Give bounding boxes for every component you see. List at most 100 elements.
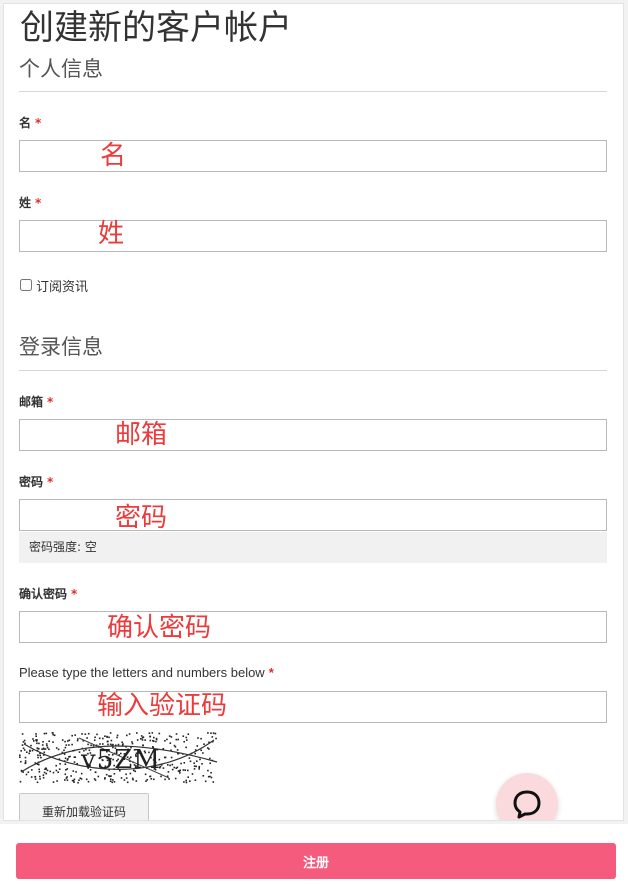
captcha-noise-dot [76, 763, 78, 765]
captcha-noise-dot [153, 740, 155, 742]
captcha-noise-dot [19, 754, 21, 757]
captcha-noise-dot [23, 739, 26, 742]
captcha-noise-dot [32, 738, 34, 740]
captcha-noise-dot [123, 779, 126, 781]
captcha-noise-dot [36, 747, 39, 749]
newsletter-checkbox[interactable] [20, 279, 32, 291]
captcha-noise-dot [68, 756, 70, 758]
captcha-noise-dot [150, 778, 153, 780]
captcha-noise-dot [71, 743, 73, 746]
captcha-noise-dot [63, 749, 65, 752]
captcha-noise-dot [182, 735, 185, 737]
captcha-noise-dot [121, 741, 123, 743]
captcha-noise-dot [120, 777, 123, 779]
section-divider [19, 370, 607, 371]
captcha-input[interactable] [19, 691, 607, 723]
captcha-noise-dot [191, 773, 194, 775]
captcha-noise-dot [175, 738, 178, 741]
captcha-noise-dot [23, 749, 26, 751]
captcha-noise-dot [160, 775, 162, 778]
captcha-noise-dot [45, 743, 48, 745]
captcha-noise-dot [81, 733, 83, 735]
captcha-noise-dot [27, 771, 30, 773]
email-input[interactable] [19, 419, 607, 451]
captcha-noise-dot [112, 779, 114, 781]
captcha-noise-dot [66, 759, 69, 761]
captcha-noise-dot [31, 769, 33, 771]
captcha-noise-dot [58, 768, 61, 770]
captcha-noise-dot [42, 747, 45, 750]
registration-form-card: 创建新的客户帐户 个人信息 名 * 名 姓 * 姓 订阅资讯 登录信息 邮箱 * 邮箱… [3, 3, 624, 821]
captcha-noise-dot [207, 775, 210, 778]
captcha-noise-dot [145, 780, 147, 782]
captcha-noise-dot [153, 736, 155, 739]
captcha-noise-dot [126, 781, 129, 784]
last-name-label: 姓 * [19, 196, 42, 210]
captcha-noise-dot [64, 763, 67, 765]
captcha-noise-dot [194, 779, 197, 781]
captcha-noise-dot [108, 736, 110, 739]
first-name-input[interactable] [19, 140, 607, 172]
captcha-noise-dot [110, 775, 112, 777]
captcha-noise-dot [25, 773, 28, 776]
captcha-noise-dot [144, 739, 146, 741]
password-input[interactable] [19, 499, 607, 531]
captcha-noise-dot [195, 765, 197, 768]
captcha-noise-dot [55, 747, 58, 749]
captcha-noise-dot [39, 754, 41, 757]
captcha-noise-dot [176, 766, 179, 769]
captcha-noise-dot [116, 734, 119, 737]
captcha-noise-dot [29, 749, 31, 752]
captcha-noise-dot [77, 738, 79, 740]
captcha-noise-dot [113, 781, 116, 783]
captcha-noise-dot [164, 740, 166, 742]
required-mark: * [268, 665, 274, 680]
captcha-noise-dot [215, 737, 217, 740]
register-button[interactable]: 注册 [16, 843, 616, 879]
page: 创建新的客户帐户 个人信息 名 * 名 姓 * 姓 订阅资讯 登录信息 邮箱 * 邮箱… [0, 0, 628, 884]
captcha-noise-dot [182, 769, 185, 771]
captcha-noise-dot [48, 748, 50, 751]
captcha-noise-dot [74, 734, 76, 736]
last-name-input[interactable] [19, 220, 607, 252]
chat-button[interactable] [496, 773, 558, 820]
required-mark: * [71, 587, 78, 601]
captcha-noise-dot [78, 779, 80, 781]
confirm-password-input[interactable] [19, 611, 607, 643]
captcha-noise-dot [155, 737, 158, 740]
captcha-noise-dot [46, 746, 49, 749]
required-mark: * [47, 475, 54, 489]
captcha-noise-dot [36, 781, 39, 784]
captcha-noise-dot [56, 780, 58, 782]
captcha-noise-dot [131, 741, 133, 743]
captcha-noise-dot [174, 746, 177, 748]
captcha-noise-dot [52, 781, 55, 783]
captcha-noise-dot [135, 780, 138, 782]
captcha-noise-dot [71, 734, 73, 737]
captcha-noise-dot [136, 739, 139, 741]
captcha-noise-dot [170, 756, 173, 759]
captcha-noise-dot [22, 747, 25, 750]
captcha-noise-dot [94, 736, 96, 739]
captcha-noise-dot [210, 776, 213, 779]
captcha-noise-dot [97, 775, 100, 778]
captcha-noise-dot [37, 754, 39, 756]
captcha-noise-dot [109, 780, 112, 782]
captcha-noise-dot [75, 771, 77, 773]
captcha-noise-dot [96, 733, 98, 736]
newsletter-option[interactable]: 订阅资讯 [20, 276, 88, 295]
captcha-noise-dot [31, 749, 34, 752]
captcha-noise-dot [65, 769, 67, 771]
reload-captcha-button[interactable]: 重新加载验证码 [19, 793, 149, 820]
section-title-login: 登录信息 [19, 335, 103, 359]
captcha-noise-dot [93, 739, 96, 741]
captcha-noise-dot [204, 780, 207, 783]
captcha-noise-dot [77, 781, 79, 784]
captcha-noise-dot [183, 781, 185, 783]
captcha-noise-dot [66, 779, 69, 781]
captcha-label: Please type the letters and numbers belo… [19, 665, 274, 680]
captcha-noise-dot [55, 764, 57, 767]
captcha-noise-dot [203, 743, 205, 745]
captcha-noise-dot [21, 733, 24, 735]
captcha-noise-dot [57, 748, 60, 751]
